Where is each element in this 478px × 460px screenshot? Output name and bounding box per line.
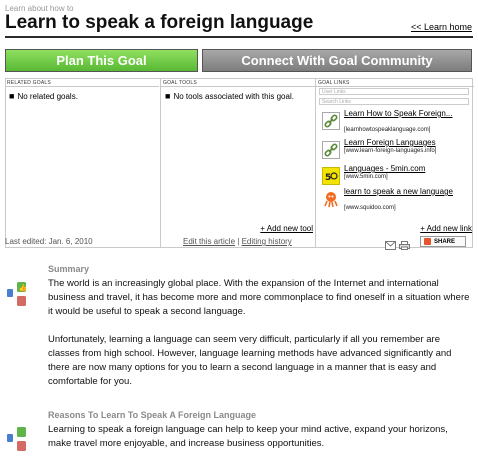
plan-goal-button[interactable]: Plan This Goal xyxy=(5,49,198,72)
link-title[interactable]: learn to speak a new language xyxy=(344,187,472,196)
page-title: Learn to speak a foreign language xyxy=(5,12,314,33)
related-goals-column: RELATED GOALS ■ No related goals. xyxy=(5,78,159,248)
thumbs-up-icon xyxy=(17,427,26,437)
link-url: [www.5min.com] xyxy=(344,174,388,180)
link-icon xyxy=(322,112,340,130)
bullet-icon: ■ xyxy=(165,91,171,101)
link-title[interactable]: Learn How to Speak Foreign... xyxy=(344,109,472,118)
vote-widget[interactable] xyxy=(7,425,26,451)
add-new-link-link[interactable]: + Add new link xyxy=(420,224,472,233)
goal-links-column: GOAL LINKS User Links Search Links Learn… xyxy=(315,78,474,248)
paragraph: Unfortunately, learning a language can s… xyxy=(48,334,452,387)
bullet-icon: ■ xyxy=(9,91,15,101)
thumbs-down-icon xyxy=(17,441,26,451)
related-goals-item: ■ No related goals. xyxy=(9,91,78,101)
related-goals-text: No related goals. xyxy=(17,92,78,101)
link-item[interactable]: learn to speak a new language [www.squid… xyxy=(322,187,472,213)
link-url: [www.learn-foreign-languages.info] xyxy=(344,148,437,154)
thumbs-down-icon xyxy=(17,296,26,306)
connect-community-button[interactable]: Connect With Goal Community xyxy=(202,49,472,72)
email-icon[interactable] xyxy=(385,237,396,255)
comment-icon xyxy=(7,434,13,442)
last-edited: Last edited: Jan. 6, 2010 xyxy=(5,237,93,246)
user-links-field[interactable]: User Links xyxy=(319,88,469,95)
share-button[interactable]: SHARE xyxy=(420,236,466,247)
goal-tools-item: ■ No tools associated with this goal. xyxy=(165,91,294,101)
link-item[interactable]: Learn How to Speak Foreign... [learnhowt… xyxy=(322,109,472,135)
section-title: Summary xyxy=(48,264,90,274)
divider xyxy=(161,86,315,87)
utility-icons xyxy=(385,237,410,255)
share-icon xyxy=(424,238,431,245)
vote-widget[interactable]: 👍 xyxy=(7,280,27,306)
paragraph: Learning to speak a foreign language can… xyxy=(48,424,448,449)
title-divider xyxy=(5,36,473,38)
print-icon[interactable] xyxy=(399,237,410,255)
editing-history-link[interactable]: Editing history xyxy=(242,237,292,246)
goal-tools-column: GOAL TOOLS ■ No tools associated with thi… xyxy=(160,78,315,248)
divider xyxy=(5,86,159,87)
add-new-tool-link[interactable]: + Add new tool xyxy=(260,224,313,233)
link-title[interactable]: Languages - 5min.com xyxy=(344,164,472,173)
link-url: [www.squidoo.com] xyxy=(344,205,396,211)
edit-links: Edit this article | Editing history xyxy=(183,237,292,246)
divider xyxy=(316,86,474,87)
learn-home-link[interactable]: << Learn home xyxy=(411,22,472,32)
goal-tools-text: No tools associated with this goal. xyxy=(173,92,294,101)
link-icon xyxy=(322,141,340,159)
link-title[interactable]: Learn Foreign Languages xyxy=(344,138,472,147)
link-item[interactable]: Learn Foreign Languages [www.learn-forei… xyxy=(322,138,472,164)
paragraph: The world is an increasingly global plac… xyxy=(48,278,470,317)
edit-article-link[interactable]: Edit this article xyxy=(183,237,235,246)
svg-text:👍: 👍 xyxy=(19,283,28,292)
link-url: [learnhowtospeaklanguage.com] xyxy=(344,127,431,133)
5min-logo-icon: 5 xyxy=(322,167,340,185)
share-label: SHARE xyxy=(434,238,456,245)
squidoo-logo-icon xyxy=(322,190,340,208)
search-links-field[interactable]: Search Links xyxy=(319,98,469,105)
svg-text:5: 5 xyxy=(325,173,331,183)
thumbs-up-icon: 👍 xyxy=(17,282,27,292)
section-title: Reasons To Learn To Speak A Foreign Lang… xyxy=(48,410,257,420)
comment-icon xyxy=(7,289,13,297)
